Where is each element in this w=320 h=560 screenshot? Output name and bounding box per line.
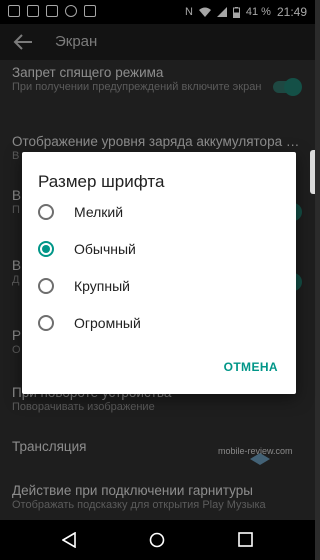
back-nav-icon[interactable] [62,532,76,548]
radio-button[interactable] [38,278,54,294]
option-label: Крупный [74,278,130,294]
option-normal[interactable]: Обычный [38,234,278,264]
edge-panel-handle[interactable] [310,150,315,194]
option-large[interactable]: Крупный [38,271,278,301]
option-huge[interactable]: Огромный [38,308,278,338]
recents-nav-icon[interactable] [238,532,253,547]
option-label: Мелкий [74,204,124,220]
navigation-bar [0,520,315,560]
home-nav-icon[interactable] [149,532,165,548]
font-size-dialog: Размер шрифта Мелкий Обычный Крупный Огр… [22,152,296,394]
radio-button[interactable] [38,315,54,331]
radio-button[interactable] [38,204,54,220]
dialog-title: Размер шрифта [38,172,165,191]
radio-button-selected[interactable] [38,241,54,257]
cancel-button[interactable]: ОТМЕНА [224,360,278,374]
option-small[interactable]: Мелкий [38,197,278,227]
option-label: Огромный [74,315,141,331]
watermark-logo-icon [250,453,270,465]
option-label: Обычный [74,241,136,257]
